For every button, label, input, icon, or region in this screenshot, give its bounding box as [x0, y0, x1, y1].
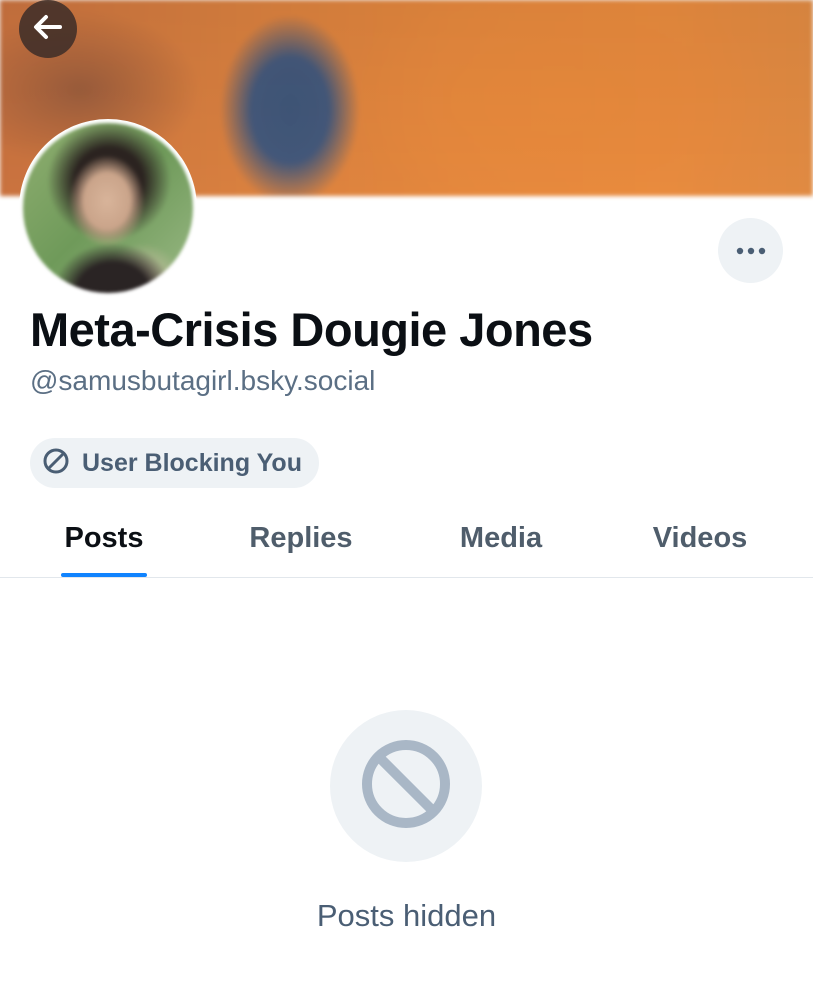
profile-tabs: Posts Replies Media Videos: [0, 500, 813, 578]
tab-media[interactable]: Media: [431, 500, 571, 577]
posts-hidden-message: Posts hidden: [316, 898, 497, 933]
handle: @samusbutagirl.bsky.social: [30, 365, 376, 396]
ban-icon: [42, 447, 70, 480]
posts-hidden-icon-container: [330, 710, 482, 862]
more-options-button[interactable]: [718, 218, 783, 283]
arrow-left-icon: [30, 9, 66, 50]
ellipsis-icon: [736, 242, 766, 260]
back-button[interactable]: [19, 0, 77, 58]
user-blocking-badge[interactable]: User Blocking You: [30, 438, 319, 488]
profile-page: Meta-Crisis Dougie Jones @samusbutagirl.…: [0, 0, 813, 1000]
tab-videos[interactable]: Videos: [630, 500, 770, 577]
tab-posts[interactable]: Posts: [34, 500, 174, 577]
ban-icon: [360, 738, 452, 835]
blocking-label: User Blocking You: [82, 448, 302, 477]
tab-replies[interactable]: Replies: [230, 500, 372, 577]
display-name: Meta-Crisis Dougie Jones: [30, 303, 593, 356]
active-tab-indicator: [61, 573, 147, 577]
avatar[interactable]: [19, 119, 197, 297]
